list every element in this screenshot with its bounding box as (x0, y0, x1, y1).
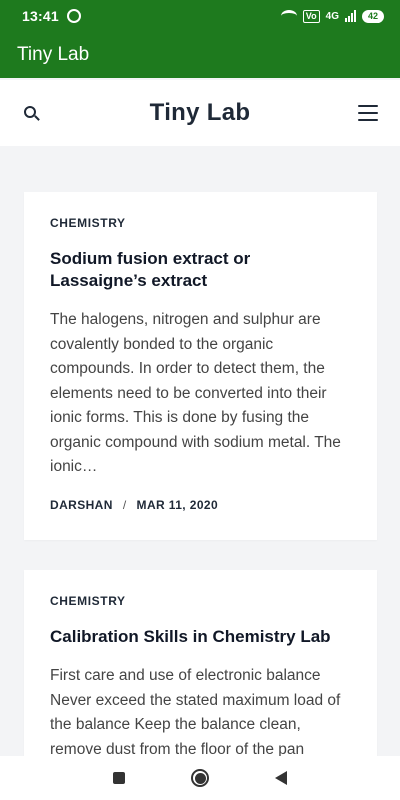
status-icons: Vo 4G 42 (280, 9, 384, 23)
article-title[interactable]: Sodium fusion extract or Lassaigne’s ext… (50, 248, 351, 292)
search-icon[interactable] (22, 104, 42, 124)
hamburger-menu-icon[interactable] (358, 105, 378, 121)
volte-badge: Vo (302, 9, 320, 23)
meta-separator: / (122, 497, 127, 512)
system-nav-bar (0, 756, 400, 800)
article-category[interactable]: CHEMISTRY (50, 594, 351, 608)
status-bar: 13:41 Vo 4G 42 (0, 0, 400, 32)
back-button[interactable] (275, 771, 287, 785)
app-bar-title: Tiny Lab (17, 44, 90, 65)
site-title[interactable]: Tiny Lab (150, 99, 251, 127)
article-author[interactable]: DARSHAN (50, 498, 113, 512)
network-label: 4G (325, 10, 339, 22)
home-button[interactable] (191, 769, 209, 787)
article-date[interactable]: MAR 11, 2020 (137, 498, 219, 512)
article-excerpt: The halogens, nitrogen and sulphur are c… (50, 311, 341, 475)
article-card: CHEMISTRY Sodium fusion extract or Lassa… (24, 192, 377, 540)
status-time: 13:41 (22, 8, 59, 24)
article-excerpt: First care and use of electronic balance… (50, 667, 341, 758)
alarm-icon (66, 9, 81, 23)
wifi-icon (280, 10, 297, 22)
app-bar: Tiny Lab (0, 32, 400, 78)
signal-icon (344, 10, 356, 22)
article-category[interactable]: CHEMISTRY (50, 216, 351, 230)
article-card: CHEMISTRY Calibration Skills in Chemistr… (24, 570, 377, 770)
battery-icon: 42 (361, 9, 384, 23)
article-title[interactable]: Calibration Skills in Chemistry Lab (50, 626, 351, 648)
article-meta: DARSHAN / MAR 11, 2020 (50, 498, 351, 512)
site-header: Tiny Lab (0, 80, 400, 146)
recents-button[interactable] (113, 772, 125, 784)
